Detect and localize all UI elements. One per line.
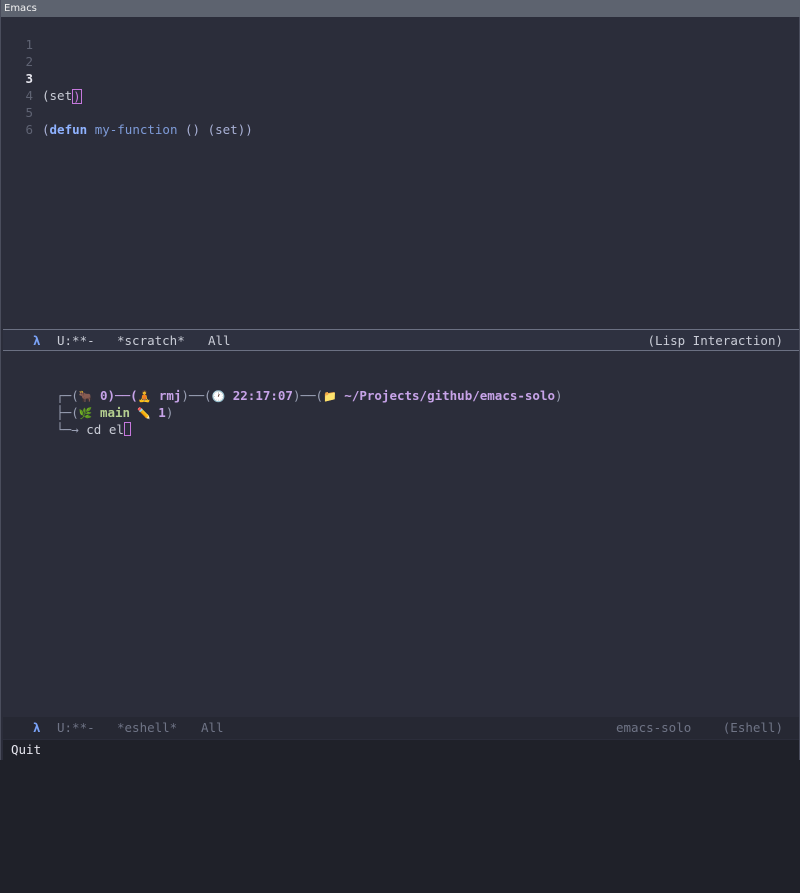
buffer-state: U:**-	[57, 333, 95, 348]
command-input[interactable]: cd el	[86, 422, 124, 437]
prompt-line-git: ├─(🌿 main ✏️ 1)	[11, 387, 173, 420]
eshell-window[interactable]: ┌─(🐂 0)──(🧘 rmj)──(🕐 22:17:07)──(📁 ~/Pro…	[3, 352, 799, 717]
modeline-scratch[interactable]: λ U:**- *scratch* All (Lisp Interaction)	[3, 329, 799, 351]
prompt-line-input[interactable]: └─→ cd el	[11, 404, 131, 437]
prompt-time: 22:17:07	[225, 388, 293, 403]
window-title: Emacs	[1, 0, 800, 17]
buffer-name[interactable]: *scratch*	[117, 330, 185, 352]
buffer-state: U:**-	[57, 720, 95, 735]
keyword-defun: defun	[49, 122, 88, 137]
code-rest: () (set))	[177, 122, 253, 137]
major-mode[interactable]: (Lisp Interaction)	[648, 330, 783, 352]
editor-line-5[interactable]: 5 (defun my-function () (set))	[3, 87, 252, 137]
editor-line-3[interactable]: 3 (set)	[3, 53, 82, 104]
major-mode[interactable]: (Eshell)	[723, 717, 783, 739]
prompt-frame: )──(	[181, 388, 212, 403]
lambda-icon: λ	[33, 333, 41, 348]
editor-line-6[interactable]: 6	[3, 104, 48, 137]
project-name[interactable]: emacs-solo	[616, 717, 691, 739]
pencil-icon: ✏️	[130, 407, 151, 420]
minibuffer[interactable]: Quit	[3, 740, 799, 760]
modeline-eshell[interactable]: λ U:**- *eshell* All emacs-solo (Eshell)	[3, 717, 799, 739]
emacs-frame: Emacs 1 2 3 (set) 4 5 (defun my-function…	[0, 0, 800, 760]
buffer-name[interactable]: *eshell*	[117, 717, 177, 739]
prompt-frame: )	[555, 388, 563, 403]
lambda-icon: λ	[33, 720, 41, 735]
scratch-window[interactable]: 1 2 3 (set) 4 5 (defun my-function () (s…	[3, 17, 799, 328]
text-cursor[interactable]	[123, 422, 131, 436]
line-number: 6	[25, 122, 33, 137]
function-name: my-function	[94, 122, 178, 137]
echo-message: Quit	[11, 742, 42, 757]
git-changes: 1	[150, 405, 166, 420]
code-text[interactable]: (defun my-function () (set))	[42, 121, 253, 138]
clock-icon: 🕐	[211, 390, 226, 403]
prompt-frame: )──(	[292, 388, 324, 403]
prompt-frame: )	[165, 405, 174, 420]
prompt-arrow: └─→	[56, 422, 87, 437]
prompt-path: ~/Projects/github/emacs-solo	[336, 388, 556, 403]
prompt-line-status: ┌─(🐂 0)──(🧘 rmj)──(🕐 22:17:07)──(📁 ~/Pro…	[11, 370, 562, 403]
editor-line-1[interactable]: 1	[3, 19, 48, 52]
buffer-position: All	[201, 720, 224, 735]
editor-line-4[interactable]: 4	[3, 70, 48, 103]
editor-line-2[interactable]: 2	[3, 36, 48, 69]
buffer-position: All	[208, 333, 231, 348]
folder-icon: 📁	[323, 390, 337, 403]
text-cursor[interactable]: )	[72, 89, 82, 104]
